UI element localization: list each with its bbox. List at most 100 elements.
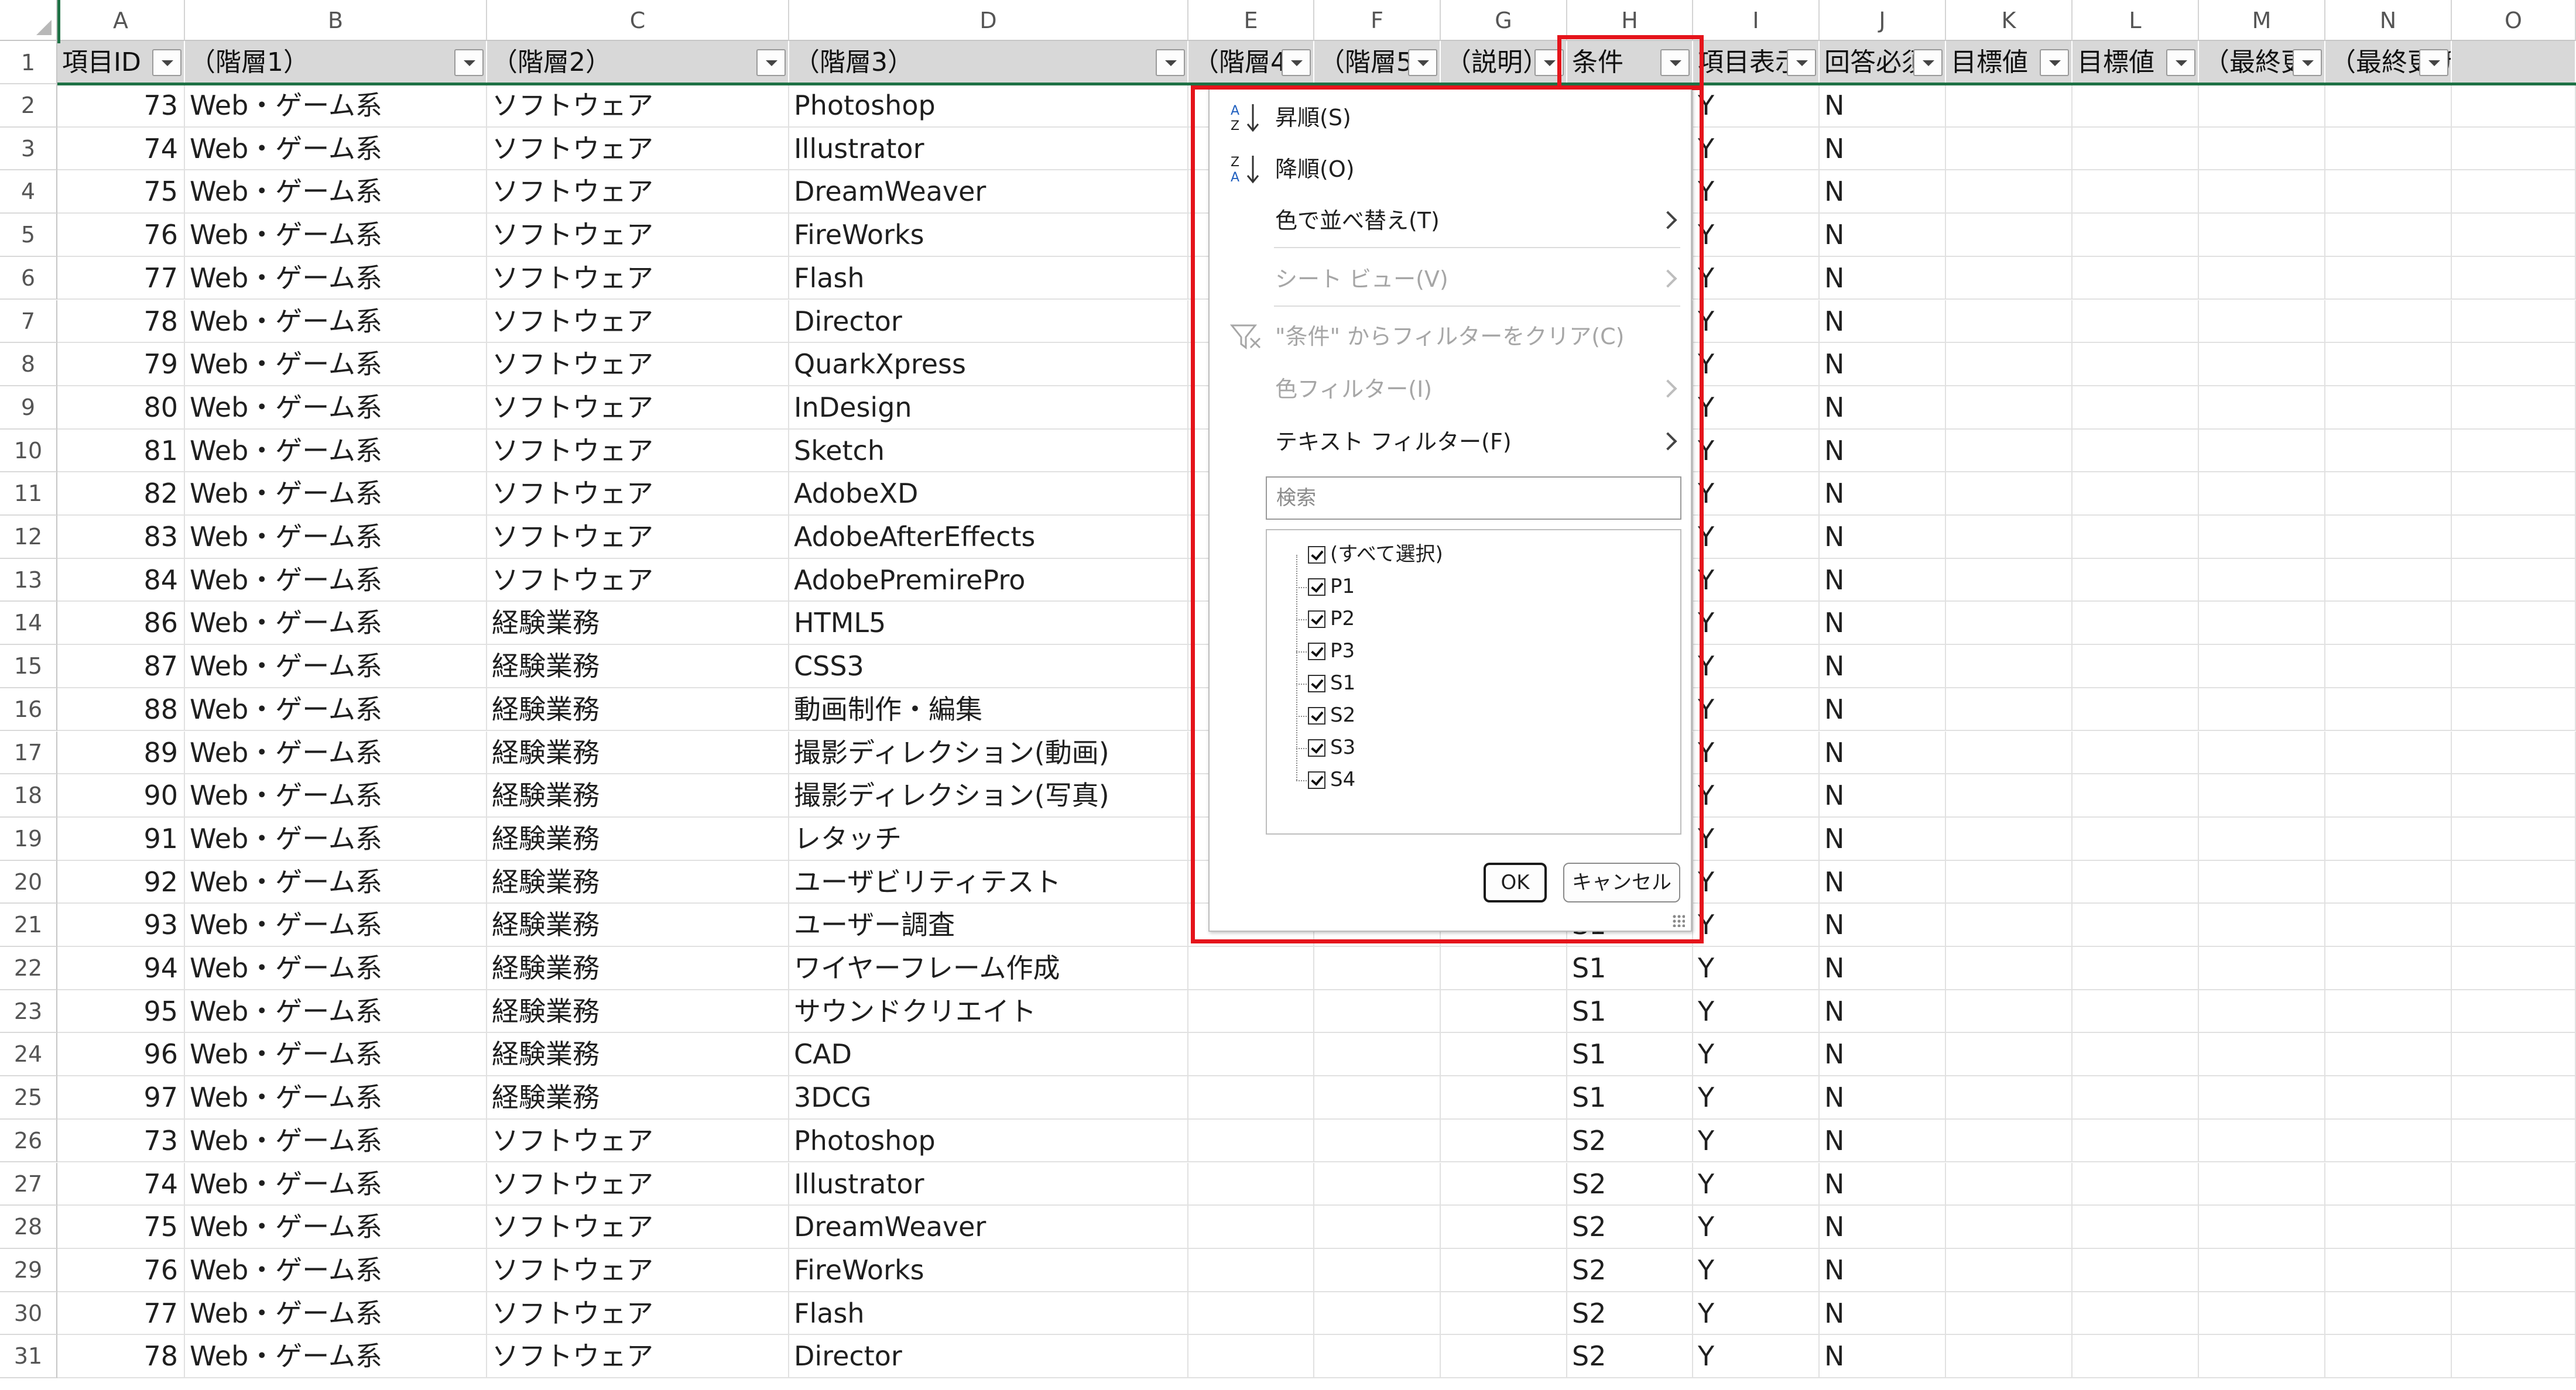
column-header[interactable]: J bbox=[1820, 0, 1946, 41]
table-cell[interactable]: N bbox=[1820, 904, 1946, 947]
table-cell[interactable] bbox=[1946, 127, 2073, 171]
table-cell[interactable]: InDesign bbox=[789, 386, 1188, 430]
table-cell[interactable]: Web・ゲーム系 bbox=[185, 774, 487, 818]
row-header[interactable]: 29 bbox=[0, 1248, 57, 1292]
table-cell[interactable]: N bbox=[1820, 602, 1946, 646]
table-cell[interactable] bbox=[2199, 645, 2325, 688]
table-cell[interactable] bbox=[2452, 774, 2576, 818]
table-cell[interactable] bbox=[2325, 1119, 2452, 1163]
table-cell[interactable]: 73 bbox=[57, 84, 185, 128]
row-header[interactable]: 18 bbox=[0, 774, 57, 818]
table-cell[interactable]: ソフトウェア bbox=[487, 1335, 789, 1378]
table-cell[interactable] bbox=[2073, 990, 2199, 1034]
table-cell[interactable]: Web・ゲーム系 bbox=[185, 1119, 487, 1163]
table-cell[interactable]: Web・ゲーム系 bbox=[185, 127, 487, 171]
table-cell[interactable]: 94 bbox=[57, 947, 185, 990]
table-cell[interactable]: N bbox=[1820, 688, 1946, 732]
table-cell[interactable] bbox=[1946, 1335, 2073, 1378]
table-cell[interactable]: Web・ゲーム系 bbox=[185, 472, 487, 516]
table-cell[interactable]: Flash bbox=[789, 256, 1188, 300]
table-cell[interactable] bbox=[2199, 817, 2325, 861]
table-cell[interactable]: 撮影ディレクション(動画) bbox=[789, 731, 1188, 775]
table-cell[interactable]: S2 bbox=[1567, 1206, 1693, 1249]
table-cell[interactable] bbox=[1314, 1162, 1441, 1206]
table-cell[interactable] bbox=[2199, 429, 2325, 473]
table-cell[interactable] bbox=[2073, 688, 2199, 732]
table-cell[interactable] bbox=[2325, 84, 2452, 128]
table-cell[interactable] bbox=[1188, 1206, 1314, 1249]
table-cell[interactable]: Y bbox=[1693, 1248, 1820, 1292]
table-cell[interactable] bbox=[1441, 1162, 1567, 1206]
table-cell[interactable] bbox=[2325, 214, 2452, 257]
table-cell[interactable] bbox=[1946, 1292, 2073, 1336]
table-cell[interactable]: FireWorks bbox=[789, 214, 1188, 257]
row-header[interactable]: 10 bbox=[0, 429, 57, 473]
table-cell[interactable]: Web・ゲーム系 bbox=[185, 1033, 487, 1077]
table-cell[interactable]: AdobeXD bbox=[789, 472, 1188, 516]
checkbox-checked-icon[interactable] bbox=[1308, 546, 1325, 564]
table-cell[interactable]: 経験業務 bbox=[487, 602, 789, 646]
table-cell[interactable]: Web・ゲーム系 bbox=[185, 990, 487, 1034]
table-cell[interactable]: 77 bbox=[57, 256, 185, 300]
table-cell[interactable] bbox=[2199, 472, 2325, 516]
table-cell[interactable]: Web・ゲーム系 bbox=[185, 84, 487, 128]
table-cell[interactable]: N bbox=[1820, 429, 1946, 473]
table-cell[interactable] bbox=[1441, 1292, 1567, 1336]
header-cell[interactable]: （最終更 bbox=[2199, 41, 2325, 84]
table-cell[interactable]: ソフトウェア bbox=[487, 127, 789, 171]
table-cell[interactable] bbox=[2452, 817, 2576, 861]
table-cell[interactable] bbox=[2452, 731, 2576, 775]
table-cell[interactable]: N bbox=[1820, 472, 1946, 516]
table-cell[interactable] bbox=[2073, 472, 2199, 516]
table-cell[interactable] bbox=[2073, 1335, 2199, 1378]
table-cell[interactable]: AdobePremirePro bbox=[789, 558, 1188, 602]
table-cell[interactable] bbox=[1946, 256, 2073, 300]
table-cell[interactable] bbox=[1188, 990, 1314, 1034]
table-cell[interactable] bbox=[2325, 1162, 2452, 1206]
table-cell[interactable]: Web・ゲーム系 bbox=[185, 170, 487, 214]
table-cell[interactable]: ソフトウェア bbox=[487, 1119, 789, 1163]
table-cell[interactable]: N bbox=[1820, 300, 1946, 344]
table-cell[interactable]: N bbox=[1820, 127, 1946, 171]
table-cell[interactable]: Y bbox=[1693, 516, 1820, 559]
table-cell[interactable] bbox=[2452, 688, 2576, 732]
table-cell[interactable] bbox=[2199, 1033, 2325, 1077]
table-cell[interactable]: Y bbox=[1693, 645, 1820, 688]
table-cell[interactable]: ソフトウェア bbox=[487, 1248, 789, 1292]
table-cell[interactable]: N bbox=[1820, 214, 1946, 257]
table-cell[interactable]: サウンドクリエイト bbox=[789, 990, 1188, 1034]
row-header[interactable]: 13 bbox=[0, 558, 57, 602]
text-filter-item[interactable]: テキスト フィルター(F) bbox=[1210, 420, 1691, 464]
table-cell[interactable]: S1 bbox=[1567, 1076, 1693, 1120]
table-cell[interactable] bbox=[1188, 1292, 1314, 1336]
table-cell[interactable]: N bbox=[1820, 1119, 1946, 1163]
table-cell[interactable] bbox=[1314, 1335, 1441, 1378]
table-cell[interactable]: S2 bbox=[1567, 1292, 1693, 1336]
column-header[interactable]: L bbox=[2073, 0, 2199, 41]
table-cell[interactable]: Web・ゲーム系 bbox=[185, 516, 487, 559]
header-cell[interactable]: 項目表示 bbox=[1693, 41, 1820, 84]
table-cell[interactable]: N bbox=[1820, 1033, 1946, 1077]
table-cell[interactable] bbox=[2199, 904, 2325, 947]
row-header[interactable]: 9 bbox=[0, 386, 57, 430]
table-cell[interactable] bbox=[1946, 947, 2073, 990]
table-cell[interactable]: 動画制作・編集 bbox=[789, 688, 1188, 732]
table-cell[interactable] bbox=[2073, 1206, 2199, 1249]
table-cell[interactable] bbox=[2452, 904, 2576, 947]
table-cell[interactable] bbox=[2199, 343, 2325, 386]
table-cell[interactable]: ソフトウェア bbox=[487, 300, 789, 344]
table-cell[interactable]: N bbox=[1820, 947, 1946, 990]
table-cell[interactable] bbox=[2199, 1206, 2325, 1249]
table-cell[interactable]: CSS3 bbox=[789, 645, 1188, 688]
table-cell[interactable] bbox=[2073, 947, 2199, 990]
table-cell[interactable]: ソフトウェア bbox=[487, 516, 789, 559]
table-cell[interactable]: Web・ゲーム系 bbox=[185, 214, 487, 257]
table-cell[interactable]: CAD bbox=[789, 1033, 1188, 1077]
table-cell[interactable] bbox=[2325, 170, 2452, 214]
table-cell[interactable] bbox=[2325, 429, 2452, 473]
column-header[interactable]: A bbox=[57, 0, 185, 41]
table-cell[interactable]: N bbox=[1820, 84, 1946, 128]
table-cell[interactable] bbox=[2199, 990, 2325, 1034]
header-cell[interactable]: （最終更新日時） bbox=[2325, 41, 2452, 84]
table-cell[interactable]: N bbox=[1820, 170, 1946, 214]
